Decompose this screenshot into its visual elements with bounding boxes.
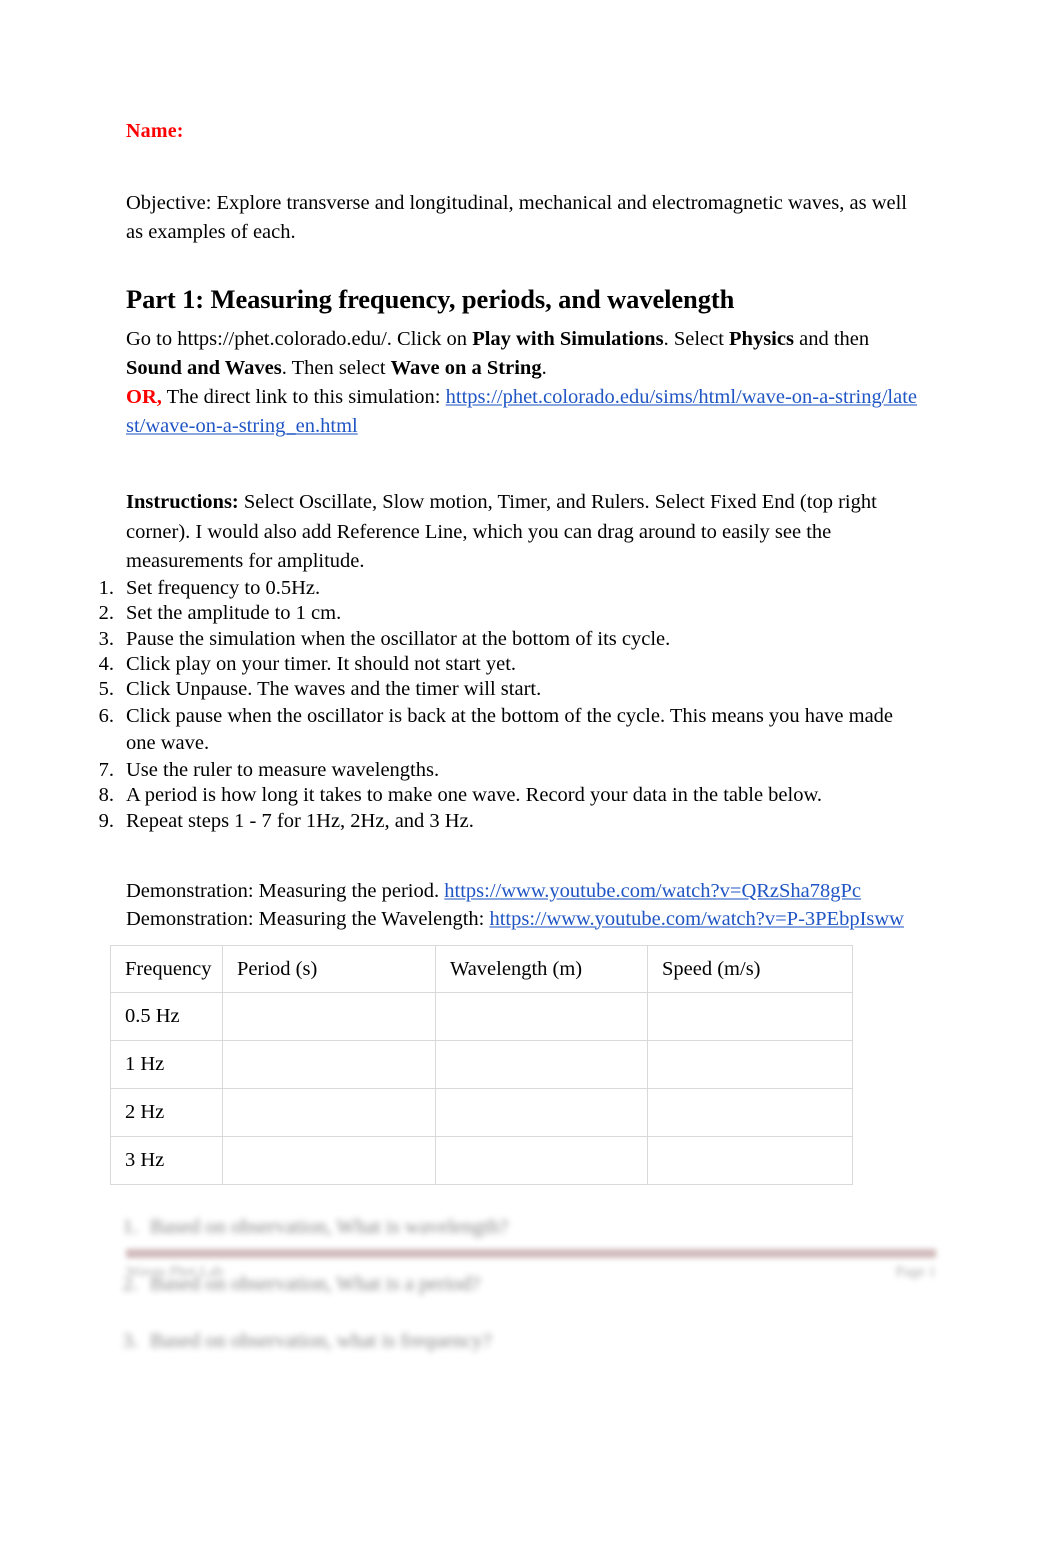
intro-text-3: and then	[793, 328, 870, 351]
blurred-question: 1. Based on observation, What is waveleng…	[110, 1215, 922, 1240]
list-item: Set frequency to 0.5Hz.	[86, 576, 321, 602]
steps-list: Set frequency to 0.5Hz. Set the amplitud…	[86, 576, 922, 835]
demonstration-wavelength: Demonstration: Measuring the Wavelength:…	[126, 906, 922, 934]
intro-bold-physics: Physics	[729, 328, 794, 351]
intro-paragraph: Go to https://phet.colorado.edu/. Click …	[126, 325, 922, 441]
name-field-label: Name:	[126, 120, 184, 142]
cell-wavelength[interactable]	[435, 1136, 648, 1186]
column-header-speed: Speed (m/s)	[647, 945, 853, 994]
intro-bold-wave-on-a-string: Wave on a String	[390, 357, 542, 380]
intro-text-2: . Select	[663, 328, 730, 351]
or-label: OR,	[126, 386, 162, 409]
list-item: Click Unpause. The waves and the timer w…	[86, 677, 542, 703]
cell-period[interactable]	[222, 992, 436, 1042]
document-page: Name: Objective: Explore transverse and …	[0, 0, 1062, 1556]
blurred-questions-section: 1. Based on observation, What is waveleng…	[110, 1215, 922, 1353]
column-header-period: Period (s)	[222, 945, 436, 994]
footer-divider	[126, 1249, 936, 1258]
table-header-row: Frequency Period (s) Wavelength (m) Spee…	[110, 945, 853, 994]
instructions-text: Select Oscillate, Slow motion, Timer, an…	[126, 491, 877, 572]
cell-wavelength[interactable]	[435, 992, 648, 1042]
blurred-question: 3. Based on observation, what is frequenc…	[110, 1329, 922, 1354]
cell-speed[interactable]	[647, 1040, 853, 1090]
intro-text-5: .	[541, 357, 547, 380]
cell-period[interactable]	[222, 1088, 436, 1138]
table-row: 0.5 Hz	[110, 992, 853, 1042]
cell-wavelength[interactable]	[435, 1088, 648, 1138]
list-item: A period is how long it takes to make on…	[86, 783, 823, 809]
measurement-table: Frequency Period (s) Wavelength (m) Spee…	[110, 945, 853, 1186]
data-table-wrapper: Frequency Period (s) Wavelength (m) Spee…	[110, 945, 853, 1186]
list-item: Set the amplitude to 1 cm.	[86, 601, 342, 627]
column-header-frequency: Frequency	[110, 945, 223, 994]
cell-speed[interactable]	[647, 992, 853, 1042]
cell-wavelength[interactable]	[435, 1040, 648, 1090]
cell-period[interactable]	[222, 1040, 436, 1090]
row-label-frequency: 3 Hz	[110, 1136, 223, 1186]
list-item: Click play on your timer. It should not …	[86, 652, 517, 678]
document-content: Name: Objective: Explore transverse and …	[86, 118, 922, 1385]
intro-bold-sound-and-waves: Sound and Waves	[126, 357, 282, 380]
footer-text: Waves Phet Lab Page 1	[126, 1264, 936, 1281]
list-item: Repeat steps 1 - 7 for 1Hz, 2Hz, and 3 H…	[86, 809, 474, 835]
instructions-label: Instructions:	[126, 491, 239, 514]
demonstration-wavelength-label: Demonstration: Measuring the Wavelength:	[126, 907, 490, 930]
footer-right-text: Page 1	[895, 1264, 936, 1280]
objective-paragraph: Objective: Explore transverse and longit…	[126, 192, 907, 244]
demonstration-period-label: Demonstration: Measuring the period.	[126, 879, 445, 902]
instructions-paragraph: Instructions: Select Oscillate, Slow mot…	[126, 488, 922, 575]
demonstration-period-link[interactable]: https://www.youtube.com/watch?v=QRzSha78…	[444, 880, 861, 902]
list-item: Click pause when the oscillator is back …	[86, 703, 894, 755]
blurred-question-number: 3.	[122, 1329, 138, 1352]
row-label-frequency: 2 Hz	[110, 1088, 223, 1138]
or-text: The direct link to this simulation:	[161, 386, 446, 409]
table-row: 3 Hz	[110, 1136, 853, 1186]
column-header-wavelength: Wavelength (m)	[435, 945, 648, 994]
row-label-frequency: 0.5 Hz	[110, 992, 223, 1042]
intro-text-1: Go to https://phet.colorado.edu/. Click …	[126, 328, 473, 351]
demonstration-period: Demonstration: Measuring the period. htt…	[126, 878, 922, 906]
row-label-frequency: 1 Hz	[110, 1040, 223, 1090]
list-item: Use the ruler to measure wavelengths.	[86, 758, 440, 784]
page-title: Part 1: Measuring frequency, periods, an…	[126, 284, 735, 315]
intro-bold-play-with-simulations: Play with Simulations	[472, 328, 664, 351]
footer-left-text: Waves Phet Lab	[126, 1264, 224, 1280]
cell-period[interactable]	[222, 1136, 436, 1186]
demonstration-wavelength-link[interactable]: https://www.youtube.com/watch?v=P-3PEbpI…	[489, 908, 904, 930]
list-item: Pause the simulation when the oscillator…	[86, 627, 671, 653]
page-footer: Waves Phet Lab Page 1	[126, 1249, 936, 1281]
table-row: 1 Hz	[110, 1040, 853, 1090]
cell-speed[interactable]	[647, 1088, 853, 1138]
blurred-question-number: 1.	[122, 1216, 138, 1239]
blurred-question-text: Based on observation, what is frequency?	[150, 1329, 492, 1352]
demonstration-links: Demonstration: Measuring the period. htt…	[126, 878, 922, 933]
intro-text-4: . Then select	[281, 357, 391, 380]
cell-speed[interactable]	[647, 1136, 853, 1186]
table-row: 2 Hz	[110, 1088, 853, 1138]
blurred-question-text: Based on observation, What is wavelength…	[150, 1216, 509, 1239]
